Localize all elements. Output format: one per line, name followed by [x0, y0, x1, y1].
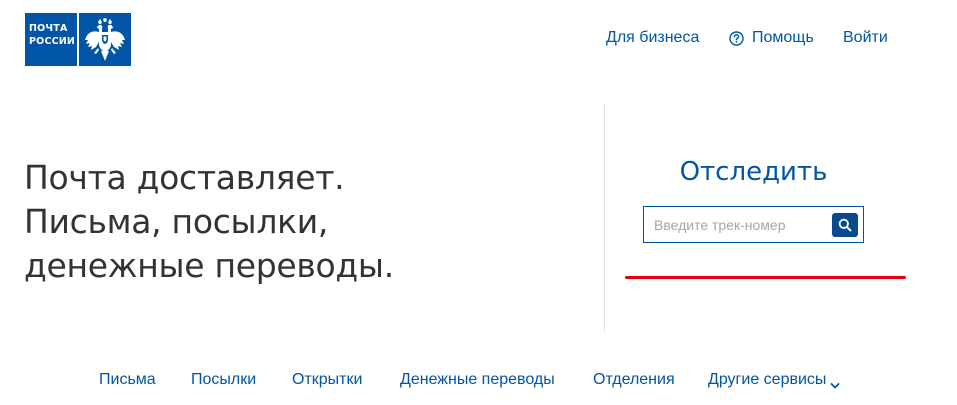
nav-money-transfers[interactable]: Денежные переводы [400, 370, 555, 390]
tracking-search-box [643, 206, 864, 243]
bottom-navigation: Письма Посылки Открытки Денежные перевод… [0, 370, 957, 390]
red-underline-accent [625, 276, 906, 279]
hero-line-3: денежные переводы. [24, 246, 394, 285]
tracking-title: Отследить [679, 157, 828, 187]
chevron-down-icon [830, 376, 840, 389]
search-button[interactable] [832, 213, 858, 237]
nav-other-services[interactable]: Другие сервисы [708, 370, 840, 390]
top-navigation: Для бизнеса Помощь Войти [0, 28, 957, 48]
hero-line-2: Письма, посылки, [24, 202, 329, 241]
nav-other-services-label: Другие сервисы [708, 371, 827, 388]
login-link[interactable]: Войти [843, 28, 888, 48]
hero-line-1: Почта доставляет. [24, 158, 345, 197]
help-link-label: Помощь [752, 29, 814, 46]
nav-offices[interactable]: Отделения [593, 370, 675, 390]
help-link[interactable]: Помощь [729, 28, 814, 48]
search-icon [838, 218, 852, 232]
nav-letters[interactable]: Письма [99, 370, 156, 390]
hero-headline: Почта доставляет. Письма, посылки, денеж… [24, 156, 394, 288]
nav-postcards[interactable]: Открытки [292, 370, 362, 390]
business-link[interactable]: Для бизнеса [606, 28, 699, 48]
track-number-input[interactable] [644, 207, 829, 242]
vertical-divider [604, 104, 605, 332]
nav-parcels[interactable]: Посылки [191, 370, 256, 390]
question-circle-icon [729, 30, 744, 46]
